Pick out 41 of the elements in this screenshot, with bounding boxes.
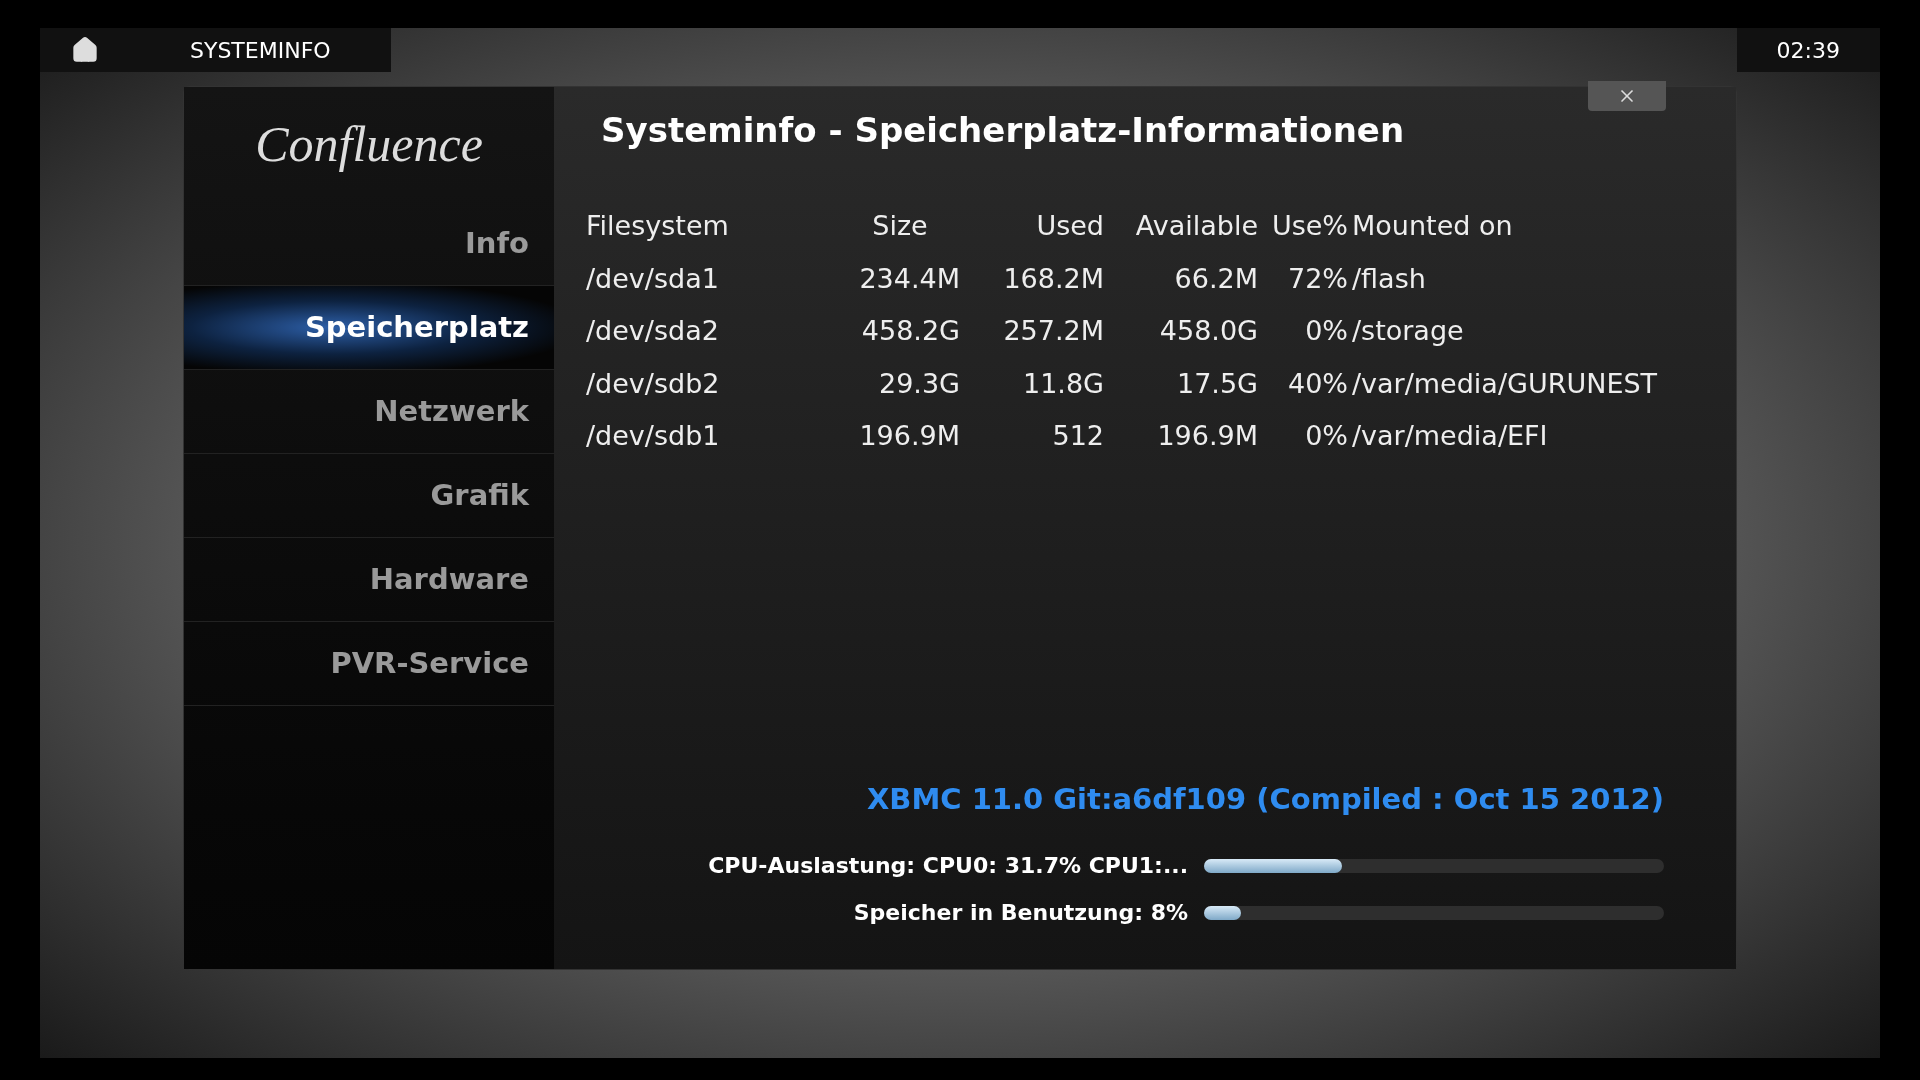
table-cell-text: 196.9M — [858, 419, 960, 453]
close-button[interactable] — [1588, 81, 1666, 111]
table-cell-text: /var/media/GURUNEST — [1352, 366, 1659, 401]
table-cell-text: 40% — [1287, 366, 1348, 401]
table-cell-text: 512 — [1051, 419, 1104, 453]
table-cell-text: /flash — [1352, 261, 1427, 296]
section-title: SYSTEMINFO — [130, 28, 391, 72]
table-cell-text: 17.5G — [1175, 366, 1258, 401]
dialog-title: Systeminfo - Speicherplatz-Informationen — [601, 109, 1405, 152]
column-header: Use% — [1270, 209, 1348, 243]
table-cell-text: /dev/sdb2 — [586, 366, 721, 401]
home-icon — [71, 36, 99, 64]
meter-label: Speicher in Benutzung: 8% — [853, 899, 1188, 927]
table-cell-text: /var/media/EFI — [1352, 419, 1549, 453]
column-header: Size — [871, 209, 929, 243]
table-cell-text: 11.8G — [1021, 366, 1104, 401]
table-cell-text: /storage — [1352, 314, 1465, 348]
version-text: XBMC 11.0 Git:a6df109 (Compiled : Oct 15 2012) — [866, 780, 1664, 818]
table-cell-text: 234.4M — [858, 261, 960, 296]
home-button[interactable] — [40, 28, 130, 72]
column-header: Filesystem — [586, 209, 730, 243]
table-cell-text: 0% — [1304, 314, 1348, 348]
table-cell-text: 458.0G — [1158, 314, 1258, 348]
table-cell-text: 196.9M — [1156, 419, 1258, 453]
column-header: Mounted on — [1352, 209, 1514, 243]
table-cell-text: 257.2M — [1002, 314, 1104, 348]
table-cell-text: /dev/sda2 — [586, 314, 720, 348]
table-cell-text: 458.2G — [860, 314, 960, 348]
table-cell-text: 72% — [1287, 261, 1348, 296]
logo-text: Confluence — [255, 115, 483, 174]
sidebar-item[interactable]: Speicherplatz — [184, 286, 554, 370]
table-cell-text: /dev/sdb1 — [586, 419, 721, 453]
table-cell-text: /dev/sda1 — [586, 261, 720, 296]
meter-label: CPU-Auslastung: CPU0: 31.7% CPU1:... — [708, 852, 1188, 880]
table-cell-text: 66.2M — [1173, 261, 1258, 296]
table-cell-text: 0% — [1304, 419, 1348, 453]
column-header: Available — [1134, 209, 1258, 243]
table-cell-text: 29.3G — [877, 366, 960, 401]
column-header: Used — [1035, 209, 1104, 243]
table-cell-text: 168.2M — [1002, 261, 1104, 296]
clock: 02:39 — [1736, 28, 1880, 72]
